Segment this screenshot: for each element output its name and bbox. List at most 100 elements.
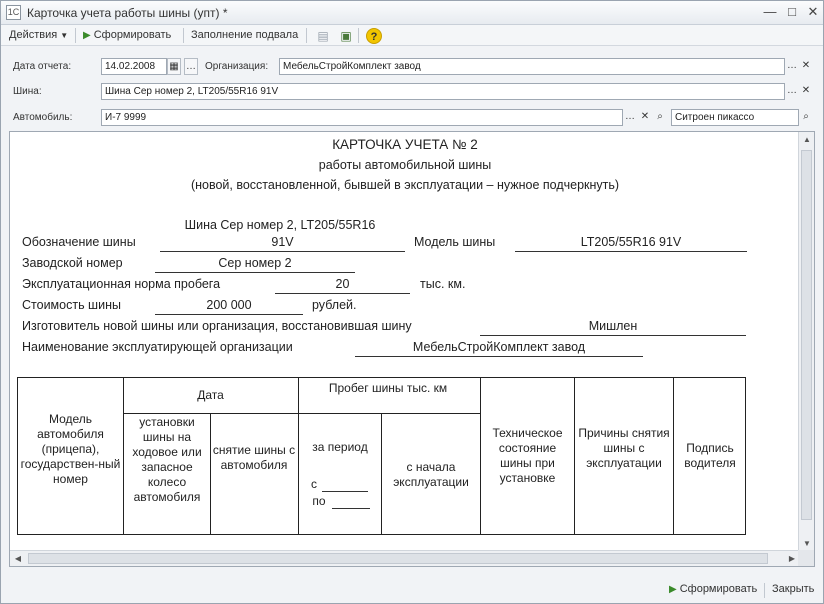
tire-clear-icon[interactable]: ✕ bbox=[799, 83, 813, 100]
col-header-date-install: установки шины на ходовое или запасное к… bbox=[132, 415, 202, 504]
col-header-mileage-period: за период bbox=[312, 440, 368, 454]
serial-value: Сер номер 2 bbox=[218, 256, 292, 270]
tire-label: Шина: bbox=[13, 86, 42, 97]
org-clear-icon[interactable]: ✕ bbox=[799, 58, 813, 75]
col-header-tech-state: Техническое состояние шины при установке bbox=[492, 426, 563, 485]
col-header-reasons: Причины снятия шины с эксплуатации bbox=[578, 426, 670, 470]
col-header-mileage-start: с начала эксплуатации bbox=[393, 460, 469, 489]
operator-value: МебельСтройКомплект завод bbox=[412, 340, 586, 354]
toolbar-divider bbox=[358, 28, 359, 43]
period-from-line bbox=[322, 491, 368, 492]
model-value: LT205/55R16 91V bbox=[580, 235, 682, 249]
table-grid-line bbox=[123, 413, 480, 414]
tire-select-button[interactable]: … bbox=[785, 83, 799, 100]
model-underline bbox=[515, 251, 747, 252]
car-model-search-icon[interactable]: ⌕ bbox=[799, 109, 813, 126]
serial-label: Заводской номер bbox=[22, 256, 123, 270]
operator-underline bbox=[355, 356, 643, 357]
maker-underline bbox=[480, 335, 746, 336]
maximize-button[interactable]: □ bbox=[783, 4, 801, 20]
norm-underline bbox=[275, 293, 410, 294]
cost-value: 200 000 bbox=[206, 298, 252, 312]
date-select-button[interactable]: … bbox=[184, 58, 198, 75]
col-header-signature: Подпись водителя bbox=[684, 441, 736, 470]
play-icon: ▶ bbox=[669, 584, 677, 595]
col-header-model: Модель автомобиля (прицепа), государстве… bbox=[20, 412, 121, 486]
toolbar-divider bbox=[75, 28, 76, 43]
help-icon[interactable]: ? bbox=[366, 28, 382, 44]
date-label: Дата отчета: bbox=[13, 61, 72, 72]
col-header-mileage: Пробег шины тыс. км bbox=[328, 381, 448, 395]
fill-footer-button[interactable]: Заполнение подвала bbox=[191, 28, 298, 43]
norm-label: Эксплуатационная норма пробега bbox=[22, 277, 221, 291]
preview-icon[interactable]: ▣ bbox=[338, 28, 354, 44]
app-icon: 1C bbox=[6, 5, 21, 20]
command-bar: ▶ Сформировать Закрыть bbox=[1, 578, 823, 603]
table-grid-line bbox=[298, 378, 299, 534]
period-to-label: по bbox=[312, 494, 326, 508]
org-label: Организация: bbox=[205, 61, 269, 72]
report-document[interactable]: КАРТОЧКА УЧЕТА № 2 работы автомобильной … bbox=[9, 131, 815, 567]
vertical-scrollbar[interactable]: ▲ ▼ bbox=[798, 132, 814, 552]
copy-icon[interactable]: ▤ bbox=[315, 28, 331, 44]
car-model-field[interactable]: Ситроен пикассо bbox=[671, 109, 799, 126]
designation-value-line2: 91V bbox=[271, 235, 294, 249]
scrollbar-corner bbox=[798, 550, 814, 566]
cost-unit: рублей. bbox=[312, 298, 357, 312]
car-field[interactable]: И-7 9999 bbox=[101, 109, 623, 126]
maker-label: Изготовитель новой шины или организация,… bbox=[22, 319, 412, 333]
dropdown-arrow-icon: ▼ bbox=[60, 31, 69, 40]
table-grid-line bbox=[574, 378, 575, 534]
model-label: Модель шины bbox=[414, 235, 496, 249]
car-label: Автомобиль: bbox=[13, 112, 73, 123]
toolbar: Действия ▼ ▶ Сформировать Заполнение подв… bbox=[1, 25, 823, 46]
calendar-icon[interactable]: ▦ bbox=[167, 58, 181, 75]
cost-label: Стоимость шины bbox=[22, 298, 121, 312]
window-title: Карточка учета работы шины (упт) * bbox=[27, 6, 228, 20]
table-grid-line bbox=[381, 413, 382, 534]
toolbar-divider bbox=[306, 28, 307, 43]
command-bar-divider bbox=[764, 583, 765, 598]
org-field[interactable]: МебельСтройКомплект завод bbox=[279, 58, 785, 75]
org-select-button[interactable]: … bbox=[785, 58, 799, 75]
actions-menu-label: Действия bbox=[9, 29, 58, 41]
car-clear-icon[interactable]: ✕ bbox=[638, 109, 652, 126]
date-field[interactable]: 14.02.2008 bbox=[101, 58, 167, 75]
cost-underline bbox=[155, 314, 303, 315]
designation-underline bbox=[160, 251, 405, 252]
report-subtitle-note: (новой, восстановленной, бывшей в эксплу… bbox=[190, 178, 620, 192]
close-window-button[interactable]: ✕ bbox=[804, 4, 822, 20]
tire-field[interactable]: Шина Сер номер 2, LT205/55R16 91V bbox=[101, 83, 785, 100]
operator-label: Наименование эксплуатирующей организации bbox=[22, 340, 293, 354]
period-to-line bbox=[332, 508, 370, 509]
maker-value: Мишлен bbox=[588, 319, 638, 333]
car-select-button[interactable]: … bbox=[623, 109, 637, 126]
serial-underline bbox=[155, 272, 355, 273]
title-bar: 1C Карточка учета работы шины (упт) * — … bbox=[1, 1, 823, 25]
record-table: Модель автомобиля (прицепа), государстве… bbox=[17, 377, 746, 535]
col-header-date-remove: снятие шины с автомобиля bbox=[212, 443, 296, 472]
table-grid-line bbox=[210, 413, 211, 534]
norm-value: 20 bbox=[335, 277, 350, 291]
play-icon: ▶ bbox=[83, 30, 91, 41]
bottom-generate-label: Сформировать bbox=[679, 583, 758, 595]
scroll-up-icon[interactable]: ▲ bbox=[799, 132, 814, 148]
report-title: КАРТОЧКА УЧЕТА № 2 bbox=[332, 137, 478, 152]
designation-value-line1: Шина Сер номер 2, LT205/55R16 bbox=[184, 218, 376, 232]
period-from-label: с bbox=[311, 477, 317, 491]
generate-button-label: Сформировать bbox=[93, 29, 172, 41]
report-window: 1C Карточка учета работы шины (упт) * — … bbox=[0, 0, 824, 604]
horizontal-scroll-thumb[interactable] bbox=[28, 553, 768, 564]
horizontal-scrollbar[interactable]: ◀ ▶ bbox=[10, 550, 800, 566]
minimize-button[interactable]: — bbox=[761, 4, 779, 20]
col-header-date: Дата bbox=[197, 388, 224, 402]
scroll-left-icon[interactable]: ◀ bbox=[10, 551, 26, 566]
table-grid-line bbox=[480, 378, 481, 534]
vertical-scroll-thumb[interactable] bbox=[801, 150, 812, 520]
generate-button[interactable]: ▶ Сформировать bbox=[83, 28, 171, 43]
car-search-icon[interactable]: ⌕ bbox=[653, 109, 667, 126]
actions-menu[interactable]: Действия ▼ bbox=[9, 28, 68, 43]
bottom-generate-button[interactable]: ▶ Сформировать bbox=[669, 583, 757, 595]
report-subtitle: работы автомобильной шины bbox=[318, 158, 492, 172]
close-button[interactable]: Закрыть bbox=[772, 583, 814, 595]
